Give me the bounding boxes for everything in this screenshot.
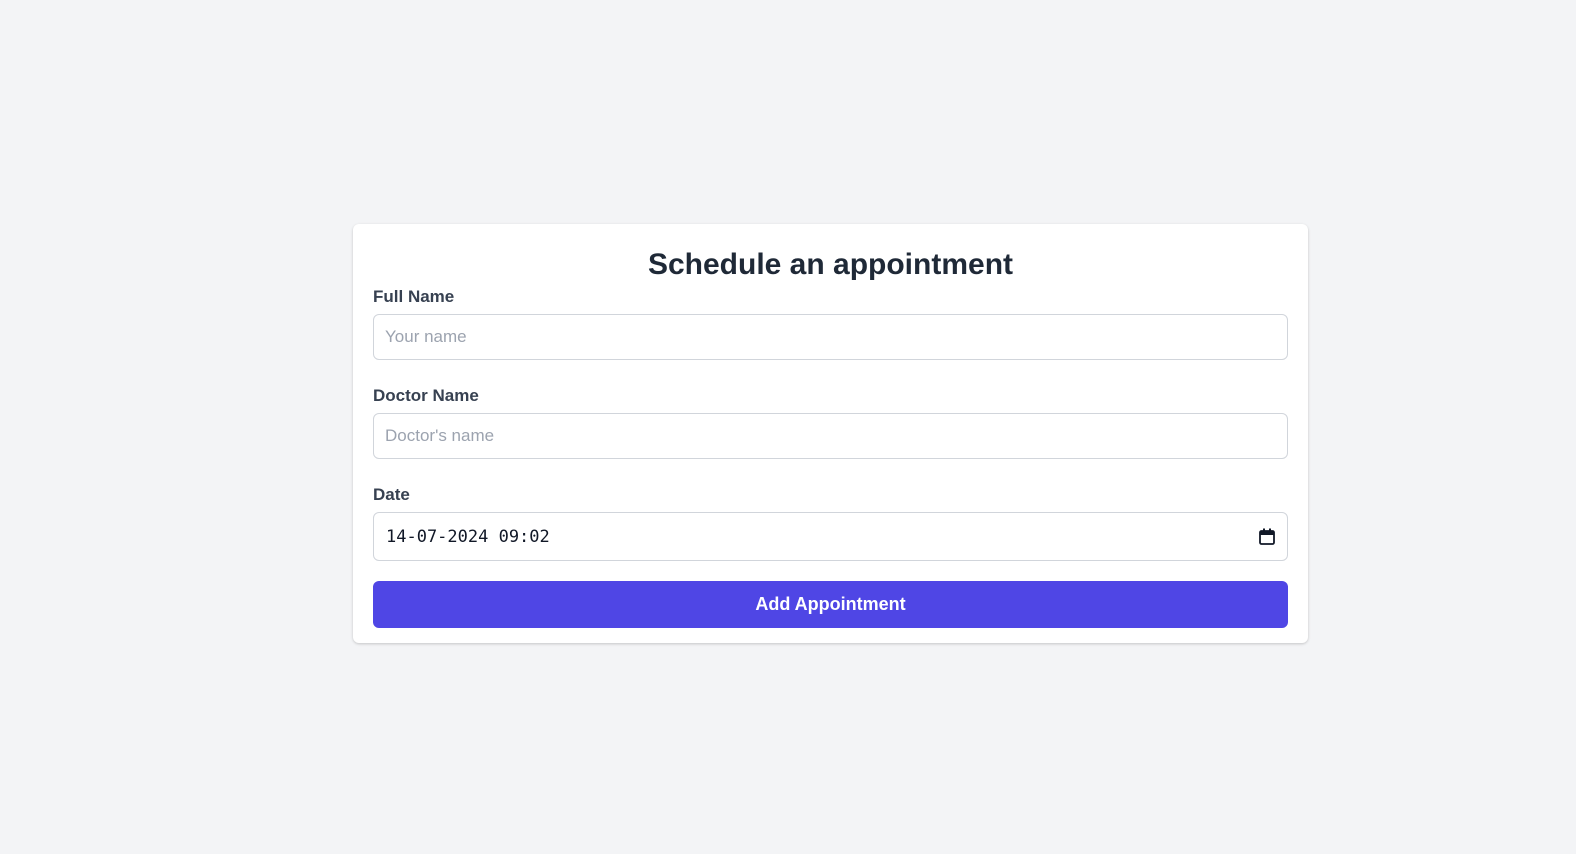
- doctor-name-label: Doctor Name: [373, 386, 479, 405]
- appointment-form-card: Schedule an appointment Full Name Doctor…: [353, 224, 1308, 643]
- date-input[interactable]: 14-07-2024 09:02: [373, 512, 1288, 561]
- date-value: 14-07-2024 09:02: [386, 526, 550, 547]
- doctor-name-input[interactable]: [373, 413, 1288, 459]
- full-name-input[interactable]: [373, 314, 1288, 360]
- add-appointment-button[interactable]: Add Appointment: [373, 581, 1288, 628]
- form-title: Schedule an appointment: [647, 248, 1014, 281]
- doctor-name-group: Doctor Name: [373, 385, 1288, 459]
- date-group: Date 14-07-2024 09:02: [373, 484, 1288, 561]
- full-name-label: Full Name: [373, 287, 455, 306]
- date-label: Date: [373, 485, 410, 504]
- calendar-icon[interactable]: [1259, 528, 1275, 545]
- full-name-group: Full Name: [373, 286, 1288, 360]
